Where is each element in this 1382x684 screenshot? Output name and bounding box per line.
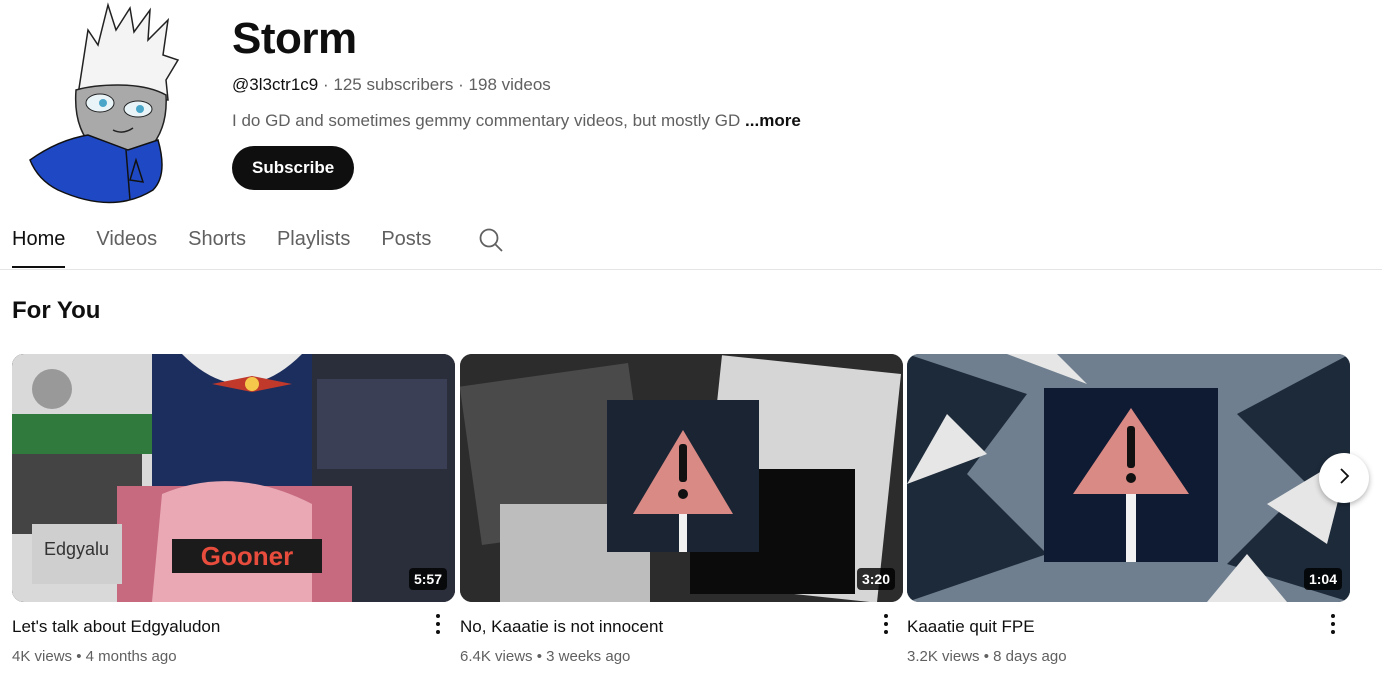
video-duration: 1:04 [1303,568,1342,590]
video-card[interactable]: 1:04 Kaaatie quit FPE 3.2K views • 8 day… [907,354,1350,665]
video-card[interactable]: Gooner Edgyalu 5:57 Let's talk about Edg… [12,354,455,665]
meta-dot: • [536,648,542,665]
channel-avatar[interactable] [18,0,184,206]
video-meta: 3.2K views • 8 days ago [907,648,1350,665]
meta-separator: · [322,75,329,94]
thumbnail-overlay-name: Edgyalu [44,539,109,559]
video-age: 8 days ago [993,648,1067,665]
video-age: 4 months ago [85,648,177,665]
search-icon[interactable] [478,227,504,253]
thumbnail-overlay-text: Gooner [201,541,293,571]
video-title[interactable]: No, Kaaatie is not innocent [460,616,903,638]
video-title[interactable]: Let's talk about Edgyaludon [12,616,455,638]
channel-info: Storm @3l3ctr1c9 · 125 subscribers · 198… [232,14,801,190]
video-card[interactable]: 3:20 No, Kaaatie is not innocent 6.4K vi… [460,354,903,665]
subscribe-button[interactable]: Subscribe [232,146,355,190]
video-duration: 5:57 [408,568,447,590]
channel-meta: @3l3ctr1c9 · 125 subscribers · 198 video… [232,74,801,96]
more-link[interactable]: ...more [745,111,801,130]
more-vert-icon[interactable] [429,612,447,636]
subscriber-count: 125 subscribers [333,75,454,94]
tab-videos[interactable]: Videos [96,222,157,268]
video-count: 198 videos [468,75,551,94]
channel-handle[interactable]: @3l3ctr1c9 [232,75,318,94]
video-thumbnail[interactable]: Gooner Edgyalu 5:57 [12,354,455,602]
video-views: 6.4K views [460,648,533,665]
video-meta: 4K views • 4 months ago [12,648,455,665]
description-text: I do GD and sometimes gemmy commentary v… [232,111,741,130]
tabs-divider [0,269,1382,270]
carousel-next-button[interactable] [1319,453,1369,503]
channel-tabs: Home Videos Shorts Playlists Posts [12,222,504,270]
more-vert-icon[interactable] [877,612,895,636]
tab-home[interactable]: Home [12,222,66,268]
tab-posts[interactable]: Posts [381,222,431,268]
video-views: 3.2K views [907,648,980,665]
more-vert-icon[interactable] [1324,612,1342,636]
channel-name: Storm [232,14,357,63]
section-title: For You [12,297,101,324]
meta-separator: · [458,75,464,94]
meta-dot: • [76,648,82,665]
video-meta: 6.4K views • 3 weeks ago [460,648,903,665]
video-views: 4K views [12,648,73,665]
channel-description[interactable]: I do GD and sometimes gemmy commentary v… [232,110,801,132]
video-title[interactable]: Kaaatie quit FPE [907,616,1350,638]
tab-shorts[interactable]: Shorts [188,222,246,268]
video-age: 3 weeks ago [546,648,631,665]
video-thumbnail[interactable]: 3:20 [460,354,903,602]
tab-playlists[interactable]: Playlists [277,222,350,268]
chevron-right-icon [1334,466,1354,491]
video-thumbnail[interactable]: 1:04 [907,354,1350,602]
meta-dot: • [983,648,989,665]
video-duration: 3:20 [856,568,895,590]
